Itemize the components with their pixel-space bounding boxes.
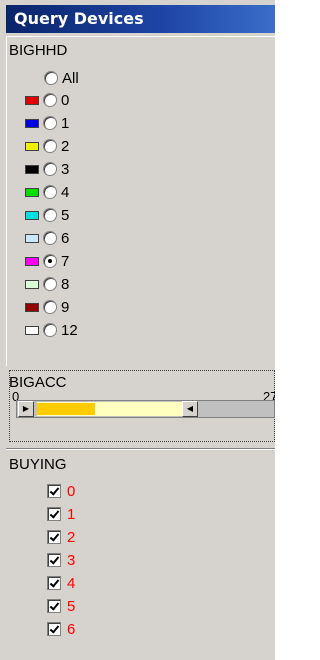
radio-button[interactable] [43,231,57,245]
checkbox[interactable] [47,507,61,521]
radio-button[interactable] [43,323,57,337]
radio-option-0[interactable]: 0 [25,89,69,111]
color-swatch [25,95,39,105]
window-title: Query Devices [6,5,275,33]
radio-label: 0 [61,91,70,109]
checkbox[interactable] [47,622,61,636]
radio-option-6[interactable]: 6 [25,227,69,249]
checkbox-option-2[interactable]: 2 [47,526,75,548]
radio-label: 7 [61,252,70,270]
radio-button[interactable] [43,277,57,291]
radio-button[interactable] [43,300,57,314]
radio-button[interactable] [43,162,57,176]
radio-button[interactable] [43,254,57,268]
color-swatch [25,141,39,151]
query-devices-panel: Query Devices BIGHHD All 0 1 2 3 4 5 6 7 8 9 12 BI… [0,0,275,660]
color-swatch [25,233,39,243]
scroll-right-button[interactable]: ◀ [182,401,198,417]
color-swatch [25,164,39,174]
radio-button[interactable] [43,185,57,199]
checkbox[interactable] [47,576,61,590]
checkbox-label: 1 [67,505,76,523]
checkbox-option-4[interactable]: 4 [47,572,75,594]
checkbox-label: 2 [67,528,76,546]
radio-option-4[interactable]: 4 [25,181,69,203]
checkbox-label: 5 [67,597,76,615]
buying-label: BUYING [9,456,67,473]
color-swatch [25,302,39,312]
checkbox-option-6[interactable]: 6 [47,618,75,640]
section-divider [6,448,275,450]
radio-option-7[interactable]: 7 [25,250,69,272]
checkbox[interactable] [47,599,61,613]
radio-label: 8 [61,275,70,293]
checkbox[interactable] [47,530,61,544]
bighhd-label: BIGHHD [9,42,68,59]
radio-option-3[interactable]: 3 [25,158,69,180]
checkbox-label: 6 [67,620,76,638]
radio-label: 1 [61,114,70,132]
radio-label: 2 [61,137,70,155]
radio-label: 3 [61,160,70,178]
radio-label: All [62,69,79,87]
radio-button[interactable] [43,116,57,130]
checkbox-option-3[interactable]: 3 [47,549,75,571]
color-swatch [25,256,39,266]
checkbox-option-5[interactable]: 5 [47,595,75,617]
checkbox[interactable] [47,553,61,567]
color-swatch [25,187,39,197]
color-swatch [25,118,39,128]
radio-button[interactable] [43,208,57,222]
arrow-right-icon: ▶ [22,404,30,413]
radio-label: 6 [61,229,70,247]
radio-button[interactable] [44,71,58,85]
radio-all[interactable]: All [44,67,79,89]
color-swatch [25,210,39,220]
checkbox-label: 4 [67,574,76,592]
slider-range-fill[interactable] [37,403,95,415]
checkbox[interactable] [47,484,61,498]
radio-button[interactable] [43,93,57,107]
radio-label: 5 [61,206,70,224]
color-swatch [25,279,39,289]
checkbox-option-1[interactable]: 1 [47,503,75,525]
radio-option-9[interactable]: 9 [25,296,69,318]
radio-label: 4 [61,183,70,201]
bigacc-range-slider[interactable]: ▶ ◀ [16,400,275,418]
checkbox-label: 0 [67,482,76,500]
radio-option-8[interactable]: 8 [25,273,69,295]
radio-option-5[interactable]: 5 [25,204,69,226]
checkbox-option-0[interactable]: 0 [47,480,75,502]
radio-option-12[interactable]: 12 [25,319,78,341]
radio-label: 12 [61,321,78,339]
radio-option-1[interactable]: 1 [25,112,69,134]
radio-button[interactable] [43,139,57,153]
arrow-left-icon: ◀ [186,404,194,413]
scroll-left-button[interactable]: ▶ [18,401,34,417]
checkbox-label: 3 [67,551,76,569]
radio-option-2[interactable]: 2 [25,135,69,157]
radio-label: 9 [61,298,70,316]
color-swatch [25,325,39,335]
